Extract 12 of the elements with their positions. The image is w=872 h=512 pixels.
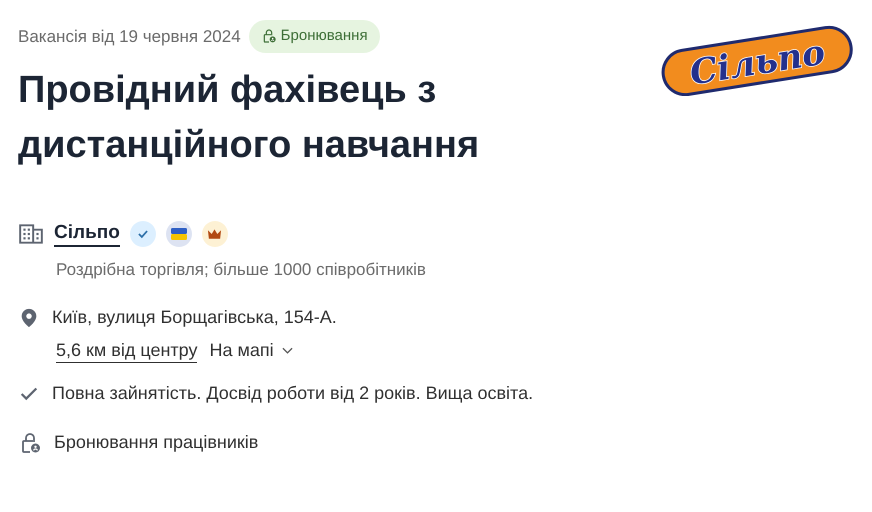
chevron-down-icon [282,346,293,354]
employee-reservation: Бронювання працівників [54,431,258,454]
posted-date: Вакансія від 19 червня 2024 [18,26,241,48]
job-title: Провідний фахівець з дистанційного навчання [18,68,480,168]
company-description: Роздрібна торгівля; більше 1000 співробітників [56,258,427,280]
distance-link[interactable]: 5,6 км від центру [56,338,198,363]
map-button[interactable]: На мапі [209,337,293,364]
reservation-badge: Бронювання [248,20,380,52]
lock-icon [260,28,277,44]
company-link[interactable]: Сільпо [54,220,120,246]
address: Київ, вулиця Борщагівська, 154-А. [52,306,337,329]
employment-conditions: Повна зайнятість. Досвід роботи від 2 років. Вища освіта. [52,382,534,405]
